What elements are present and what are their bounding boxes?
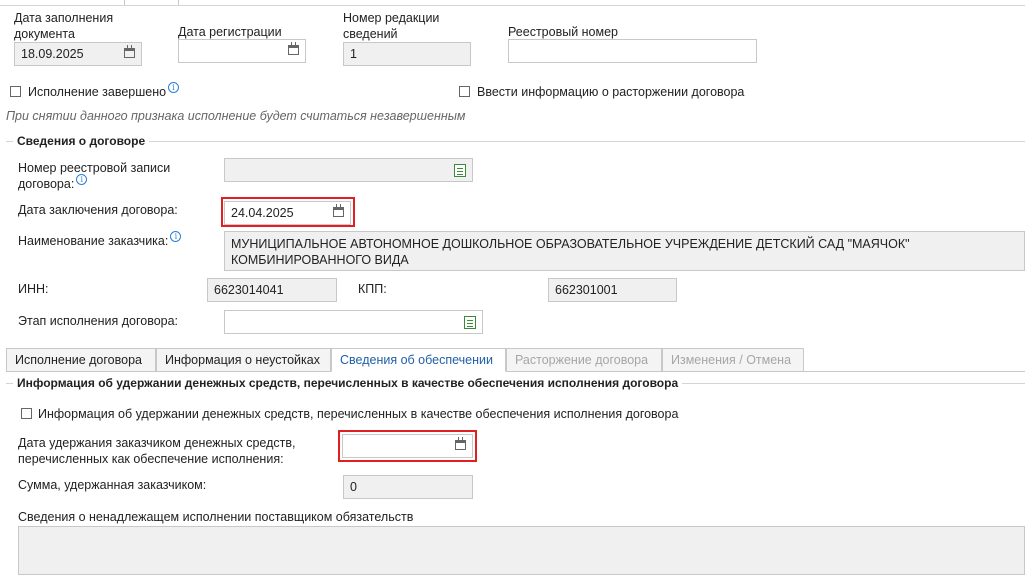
record-number-label: Номер реестровой записи договора: i <box>18 160 208 192</box>
improper-execution-label: Сведения о ненадлежащем исполнении поста… <box>18 510 414 524</box>
tab-contract-execution[interactable]: Исполнение договора <box>6 348 156 372</box>
conclusion-date-label: Дата заключения договора: <box>18 203 178 217</box>
customer-label: Наименование заказчика: i <box>18 231 182 249</box>
withhold-date-highlight <box>338 430 477 462</box>
record-number-label-text: Номер реестровой записи договора: <box>18 161 171 191</box>
registry-number-field[interactable] <box>508 39 757 63</box>
completed-label: Исполнение завершено i <box>28 82 180 100</box>
lookup-icon[interactable] <box>454 164 466 177</box>
info-icon[interactable]: i <box>76 174 88 185</box>
calendar-icon[interactable] <box>288 42 299 55</box>
conclusion-date-highlight <box>221 197 355 227</box>
withhold-info-checkbox[interactable] <box>21 408 32 419</box>
record-number-field[interactable] <box>224 158 473 182</box>
withhold-date-label: Дата удержания заказчиком денежных средс… <box>18 436 296 466</box>
top-tab-divider <box>124 0 125 5</box>
revision-value: 1 <box>350 47 357 61</box>
top-tab-strip <box>0 0 1025 6</box>
top-tab-divider <box>178 0 179 5</box>
fill-date-value: 18.09.2025 <box>21 47 84 61</box>
withheld-amount-value: 0 <box>350 480 357 494</box>
contract-section-border <box>6 141 1025 142</box>
reg-date-field[interactable] <box>178 39 306 63</box>
revision-label: Номер редакции сведений <box>343 11 440 41</box>
termination-checkbox[interactable] <box>459 86 470 97</box>
tab-changes-cancel: Изменения / Отмена <box>662 348 804 372</box>
stage-field[interactable] <box>224 310 483 334</box>
inn-value: 6623014041 <box>214 283 284 297</box>
completed-checkbox[interactable] <box>10 86 21 97</box>
completion-hint: При снятии данного признака исполнение б… <box>6 109 466 123</box>
reg-date-label: Дата регистрации <box>178 25 282 39</box>
kpp-value: 662301001 <box>555 283 618 297</box>
contract-section-title: Сведения о договоре <box>13 134 150 148</box>
customer-value: МУНИЦИПАЛЬНОЕ АВТОНОМНОЕ ДОШКОЛЬНОЕ ОБРА… <box>231 237 910 267</box>
withheld-amount-field: 0 <box>343 475 473 499</box>
registry-number-label: Реестровый номер <box>508 25 619 39</box>
customer-field: МУНИЦИПАЛЬНОЕ АВТОНОМНОЕ ДОШКОЛЬНОЕ ОБРА… <box>224 231 1025 271</box>
tab-termination: Расторжение договора <box>506 348 662 372</box>
improper-execution-textarea[interactable] <box>18 526 1025 575</box>
info-icon[interactable]: i <box>168 82 180 93</box>
withheld-amount-label: Сумма, удержанная заказчиком: <box>18 478 207 492</box>
calendar-icon[interactable] <box>124 45 135 58</box>
withhold-info-label: Информация об удержании денежных средств… <box>38 407 679 421</box>
inn-field: 6623014041 <box>207 278 337 302</box>
revision-field: 1 <box>343 42 471 66</box>
tab-penalties[interactable]: Информация о неустойках <box>156 348 331 372</box>
fill-date-label: Дата заполнения документа <box>14 11 114 41</box>
kpp-field: 662301001 <box>548 278 677 302</box>
info-icon[interactable]: i <box>170 231 182 242</box>
lookup-icon[interactable] <box>464 316 476 329</box>
inn-label: ИНН: <box>18 282 49 296</box>
stage-label: Этап исполнения договора: <box>18 314 179 328</box>
customer-label-text: Наименование заказчика: <box>18 234 169 248</box>
termination-label: Ввести информацию о расторжении договора <box>477 85 745 99</box>
tab-security-info[interactable]: Сведения об обеспечении <box>331 348 506 372</box>
completed-label-text: Исполнение завершено <box>28 85 167 99</box>
fill-date-field[interactable]: 18.09.2025 <box>14 42 142 66</box>
security-section-title: Информация об удержании денежных средств… <box>13 376 683 390</box>
kpp-label: КПП: <box>358 282 387 296</box>
